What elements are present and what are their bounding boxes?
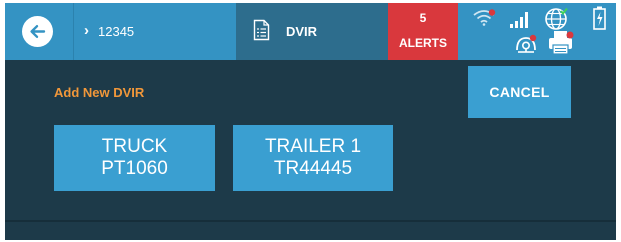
page-title: Add New DVIR — [54, 85, 145, 100]
alerts-count: 5 — [419, 11, 427, 25]
alerts-label: ALERTS — [399, 36, 447, 50]
cancel-button[interactable]: CANCEL — [468, 66, 571, 118]
vehicle-id-label: TR44445 — [273, 158, 353, 179]
chevron-right-icon: › — [84, 22, 89, 39]
status-icons — [458, 3, 616, 60]
dvir-screen: › 12345 DVIR 5 ALERTS Add New DVIR CANCE… — [5, 3, 616, 240]
vehicle-selector[interactable]: › 12345 — [73, 3, 237, 60]
trailer-dvir-button[interactable]: TRAILER 1 TR44445 — [233, 125, 393, 191]
printer-icon — [549, 31, 574, 55]
arrow-left-icon — [30, 25, 46, 38]
back-button[interactable] — [22, 16, 53, 47]
vehicle-id-label: PT1060 — [101, 158, 168, 179]
truck-dvir-button[interactable]: TRUCK PT1060 — [54, 125, 215, 191]
alerts-button[interactable]: 5 ALERTS — [388, 3, 458, 60]
top-bar: › 12345 DVIR 5 ALERTS — [5, 3, 616, 60]
document-icon — [253, 19, 270, 41]
vehicle-id: 12345 — [98, 24, 135, 39]
dvir-tab-label: DVIR — [286, 24, 318, 39]
globe-icon — [545, 7, 568, 30]
bottom-divider — [5, 220, 616, 222]
dvir-tab[interactable]: DVIR — [236, 3, 388, 60]
battery-icon — [593, 6, 606, 30]
gps-icon — [516, 34, 537, 53]
wifi-icon — [473, 9, 496, 26]
back-segment — [5, 3, 73, 60]
vehicle-type-label: TRAILER 1 — [264, 136, 362, 157]
signal-bars-icon — [510, 12, 528, 28]
vehicle-type-label: TRUCK — [101, 136, 168, 157]
